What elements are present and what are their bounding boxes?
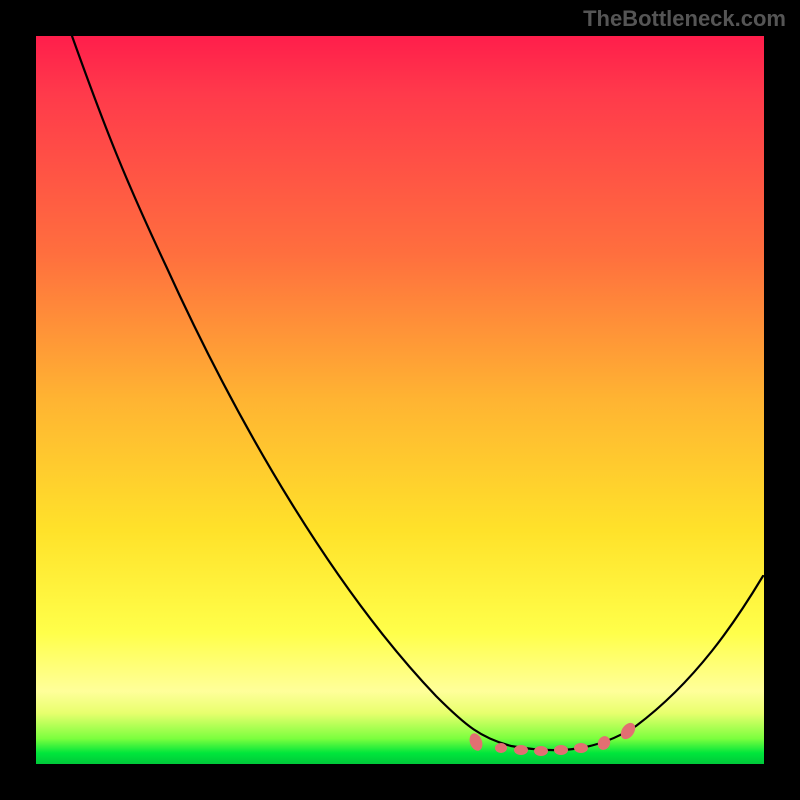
data-marker (495, 743, 507, 753)
data-marker (574, 743, 588, 753)
plot-area (36, 36, 764, 764)
curve-layer (36, 36, 764, 764)
data-marker (596, 734, 613, 752)
data-marker (534, 746, 548, 756)
chart-container: TheBottleneck.com (0, 0, 800, 800)
bottleneck-curve (72, 36, 763, 750)
data-marker (554, 745, 568, 755)
watermark-text: TheBottleneck.com (583, 6, 786, 32)
data-marker (618, 720, 638, 742)
data-marker (514, 745, 528, 755)
